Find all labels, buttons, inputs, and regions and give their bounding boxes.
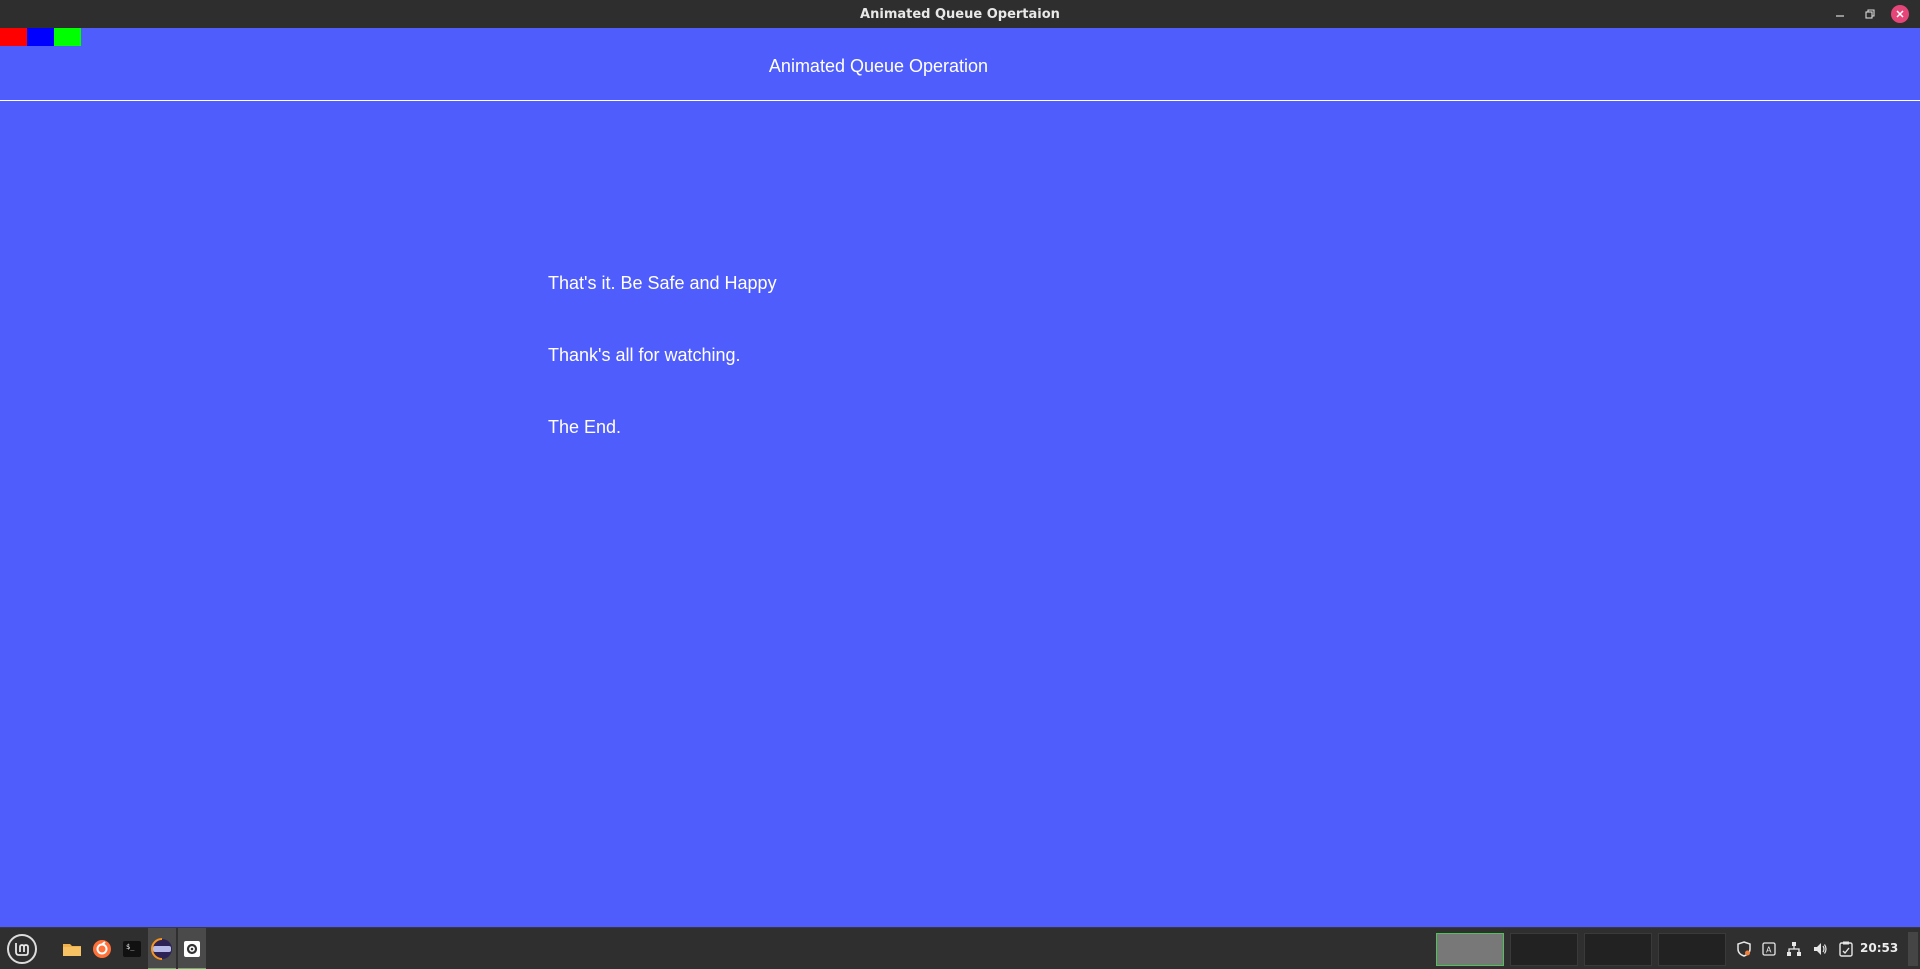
terminal-launcher[interactable]: $_ (118, 928, 146, 969)
window-titlebar: Animated Queue Opertaion (0, 0, 1920, 28)
message-line-2: Thank's all for watching. (548, 345, 741, 365)
blue-swatch (27, 28, 54, 46)
update-manager-tray[interactable] (1732, 928, 1756, 969)
network-icon (1787, 942, 1801, 956)
settings-icon (184, 941, 200, 957)
eclipse-icon (151, 938, 172, 960)
taskbar: $_ A 20:53 (0, 927, 1920, 969)
settings-launcher[interactable] (178, 928, 206, 969)
eclipse-launcher[interactable] (148, 928, 176, 969)
keyboard-layout-tray[interactable]: A (1757, 928, 1781, 969)
message-line-1: That's it. Be Safe and Happy (548, 273, 777, 293)
workspace-3[interactable] (1584, 933, 1652, 966)
firefox-launcher[interactable] (88, 928, 116, 969)
volume-icon (1814, 943, 1827, 955)
close-button[interactable] (1886, 0, 1914, 28)
show-desktop-button[interactable] (1908, 932, 1918, 966)
clipboard-tray[interactable] (1834, 928, 1858, 969)
app-canvas: Animated Queue Operation That's it. Be S… (0, 28, 1920, 927)
menu-button[interactable] (2, 928, 42, 969)
svg-text:A: A (1766, 946, 1772, 955)
message-line-3: The End. (548, 417, 622, 437)
maximize-icon (1865, 9, 1875, 19)
green-swatch (54, 28, 81, 46)
files-launcher[interactable] (58, 928, 86, 969)
network-tray[interactable] (1782, 928, 1806, 969)
svg-text:$_: $_ (126, 943, 135, 951)
shield-icon (1737, 941, 1751, 957)
workspace-4[interactable] (1658, 933, 1726, 966)
minimize-button[interactable] (1826, 0, 1854, 28)
keyboard-icon: A (1762, 942, 1776, 956)
maximize-button[interactable] (1856, 0, 1884, 28)
window-title: Animated Queue Opertaion (860, 7, 1060, 22)
minimize-icon (1836, 15, 1844, 17)
workspace-1[interactable] (1436, 933, 1504, 966)
firefox-icon (93, 940, 111, 958)
app-header-title: Animated Queue Operation (768, 56, 989, 76)
terminal-icon: $_ (123, 941, 141, 957)
linux-mint-menu-icon (7, 934, 37, 964)
volume-tray[interactable] (1808, 928, 1832, 969)
workspace-2[interactable] (1510, 933, 1578, 966)
clipboard-icon (1839, 941, 1853, 957)
close-icon (1891, 5, 1909, 23)
files-icon (63, 944, 81, 956)
red-swatch (0, 28, 27, 46)
header-divider (0, 100, 1920, 101)
clock[interactable]: 20:53 (1860, 941, 1898, 955)
